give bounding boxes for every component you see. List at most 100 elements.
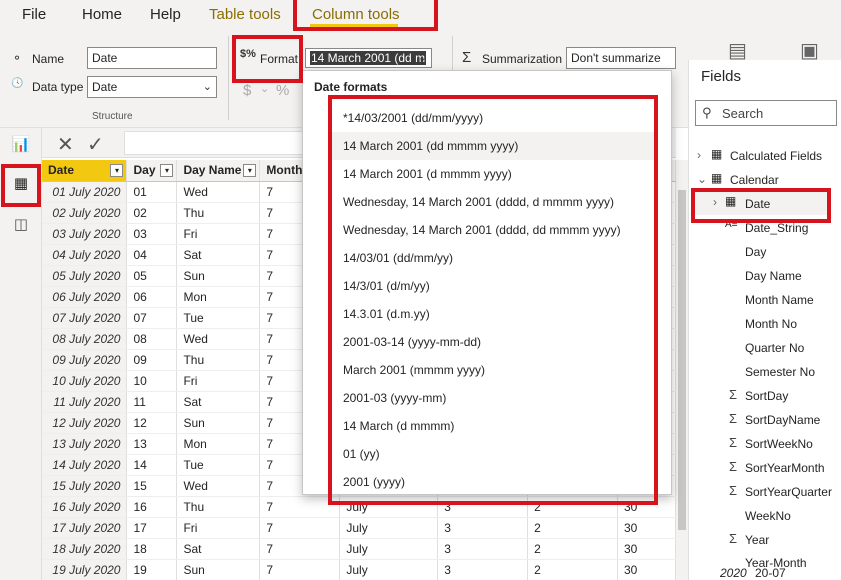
table-cell[interactable]: 01 bbox=[126, 181, 178, 203]
tree-item-sortweekno[interactable]: SortWeekNo bbox=[745, 437, 813, 451]
column-header[interactable]: Date ▾ bbox=[42, 160, 128, 182]
tree-item-date-string[interactable]: Date_String bbox=[745, 221, 808, 235]
table-cell[interactable]: 2 bbox=[527, 559, 618, 580]
table-cell[interactable]: 10 bbox=[126, 370, 178, 392]
table-cell[interactable]: 02 July 2020 bbox=[42, 202, 128, 224]
date-format-option[interactable]: *14/03/2001 (dd/mm/yyyy) bbox=[331, 104, 656, 132]
commit-formula-icon[interactable]: ✓ bbox=[87, 132, 104, 157]
currency-button[interactable]: $ bbox=[243, 82, 251, 99]
grid-scrollbar[interactable] bbox=[676, 160, 688, 580]
table-cell[interactable]: Sat bbox=[176, 391, 261, 413]
table-cell[interactable]: 18 July 2020 bbox=[42, 538, 128, 560]
table-cell[interactable]: 30 bbox=[617, 559, 676, 580]
data-view-icon[interactable]: ▦ bbox=[10, 173, 32, 195]
table-cell[interactable]: 3 bbox=[437, 559, 529, 580]
table-cell[interactable]: 14 bbox=[126, 454, 178, 476]
table-cell[interactable]: 11 July 2020 bbox=[42, 391, 128, 413]
date-format-option[interactable]: 14 March 2001 (dd mmmm yyyy) bbox=[331, 132, 656, 160]
tree-item-day-name[interactable]: Day Name bbox=[745, 269, 802, 283]
table-cell[interactable]: Mon bbox=[176, 286, 261, 308]
table-cell[interactable]: Sun bbox=[176, 559, 261, 580]
table-cell[interactable]: 03 bbox=[126, 223, 178, 245]
tree-item-semester-no[interactable]: Semester No bbox=[745, 365, 815, 379]
date-format-option[interactable]: 14 March (d mmmm) bbox=[331, 412, 656, 440]
tree-item-calendar[interactable]: Calendar bbox=[730, 173, 779, 187]
table-cell[interactable]: Tue bbox=[176, 307, 261, 329]
table-cell[interactable]: Sun bbox=[176, 265, 261, 287]
table-cell[interactable]: 04 bbox=[126, 244, 178, 266]
table-cell[interactable]: 07 July 2020 bbox=[42, 307, 128, 329]
table-cell[interactable]: 04 July 2020 bbox=[42, 244, 128, 266]
name-input[interactable]: Date bbox=[87, 47, 217, 69]
report-view-icon[interactable]: 📊 bbox=[10, 134, 32, 156]
table-cell[interactable]: July bbox=[339, 559, 439, 580]
filter-dropdown-icon[interactable]: ▾ bbox=[110, 164, 124, 177]
percent-button[interactable]: % bbox=[276, 82, 289, 99]
date-format-option[interactable]: 14 March 2001 (d mmmm yyyy) bbox=[331, 160, 656, 188]
tab-help[interactable]: Help bbox=[150, 0, 181, 30]
table-cell[interactable]: 7 bbox=[259, 538, 341, 560]
date-format-option[interactable]: Wednesday, 14 March 2001 (dddd, dd mmmm … bbox=[331, 216, 656, 244]
format-select[interactable]: 14 March 2001 (dd m ⌄ bbox=[305, 48, 432, 68]
data-type-select[interactable]: Date ⌄ bbox=[87, 76, 217, 98]
table-cell[interactable]: 30 bbox=[617, 496, 676, 518]
table-cell[interactable]: 30 bbox=[617, 517, 676, 539]
table-cell[interactable]: 08 July 2020 bbox=[42, 328, 128, 350]
tab-file[interactable]: File bbox=[22, 0, 46, 30]
column-header[interactable]: Day ▾ bbox=[126, 160, 178, 182]
date-format-option[interactable]: 14/3/01 (d/m/yy) bbox=[331, 272, 656, 300]
date-format-option[interactable]: 14.3.01 (d.m.yy) bbox=[331, 300, 656, 328]
table-cell[interactable]: 2 bbox=[527, 496, 618, 518]
tree-item-sortyearmonth[interactable]: SortYearMonth bbox=[745, 461, 825, 475]
table-cell[interactable]: Wed bbox=[176, 475, 261, 497]
table-cell[interactable]: 12 bbox=[126, 412, 178, 434]
column-header[interactable]: Day Name ▾ bbox=[176, 160, 261, 182]
table-cell[interactable]: 3 bbox=[437, 517, 529, 539]
date-format-option[interactable]: 2001-03-14 (yyyy-mm-dd) bbox=[331, 328, 656, 356]
table-cell[interactable]: Sat bbox=[176, 244, 261, 266]
table-cell[interactable]: July bbox=[339, 496, 439, 518]
fields-search-input[interactable]: ⚲ Search bbox=[695, 100, 837, 126]
chevron-right-icon[interactable]: › bbox=[713, 195, 717, 209]
table-cell[interactable]: 13 July 2020 bbox=[42, 433, 128, 455]
table-cell[interactable]: Thu bbox=[176, 496, 261, 518]
date-format-option[interactable]: 14/03/01 (dd/mm/yy) bbox=[331, 244, 656, 272]
table-cell[interactable]: 17 bbox=[126, 517, 178, 539]
filter-dropdown-icon[interactable]: ▾ bbox=[243, 164, 257, 177]
tree-item-year[interactable]: Year bbox=[745, 533, 769, 547]
table-cell[interactable]: 3 bbox=[437, 496, 529, 518]
tree-item-calculated-fields[interactable]: Calculated Fields bbox=[730, 149, 822, 163]
table-cell[interactable]: 17 July 2020 bbox=[42, 517, 128, 539]
table-cell[interactable]: Sat bbox=[176, 538, 261, 560]
table-cell[interactable]: 2 bbox=[527, 538, 618, 560]
table-cell[interactable]: 15 July 2020 bbox=[42, 475, 128, 497]
table-cell[interactable]: 16 July 2020 bbox=[42, 496, 128, 518]
cancel-formula-icon[interactable]: ✕ bbox=[57, 132, 74, 157]
tree-item-month-no[interactable]: Month No bbox=[745, 317, 797, 331]
table-cell[interactable]: 06 July 2020 bbox=[42, 286, 128, 308]
table-cell[interactable]: 16 bbox=[126, 496, 178, 518]
table-cell[interactable]: 30 bbox=[617, 538, 676, 560]
table-cell[interactable]: 11 bbox=[126, 391, 178, 413]
date-format-option[interactable]: 2001-03 (yyyy-mm) bbox=[331, 384, 656, 412]
table-cell[interactable]: Tue bbox=[176, 454, 261, 476]
table-cell[interactable]: 02 bbox=[126, 202, 178, 224]
date-format-option[interactable]: 01 (yy) bbox=[331, 440, 656, 468]
tree-item-month-name[interactable]: Month Name bbox=[745, 293, 814, 307]
table-cell[interactable]: 14 July 2020 bbox=[42, 454, 128, 476]
table-cell[interactable]: 05 July 2020 bbox=[42, 265, 128, 287]
date-format-option[interactable]: Wednesday, 14 March 2001 (dddd, d mmmm y… bbox=[331, 188, 656, 216]
chevron-right-icon[interactable]: › bbox=[697, 148, 701, 162]
table-cell[interactable]: 07 bbox=[126, 307, 178, 329]
table-cell[interactable]: 08 bbox=[126, 328, 178, 350]
table-cell[interactable]: 18 bbox=[126, 538, 178, 560]
table-cell[interactable]: 13 bbox=[126, 433, 178, 455]
table-cell[interactable]: 7 bbox=[259, 496, 341, 518]
date-format-option[interactable]: March 2001 (mmmm yyyy) bbox=[331, 356, 656, 384]
table-cell[interactable]: 09 July 2020 bbox=[42, 349, 128, 371]
table-cell[interactable]: Wed bbox=[176, 181, 261, 203]
table-cell[interactable]: 10 July 2020 bbox=[42, 370, 128, 392]
table-cell[interactable]: July bbox=[339, 517, 439, 539]
table-cell[interactable]: 03 July 2020 bbox=[42, 223, 128, 245]
table-cell[interactable]: 05 bbox=[126, 265, 178, 287]
